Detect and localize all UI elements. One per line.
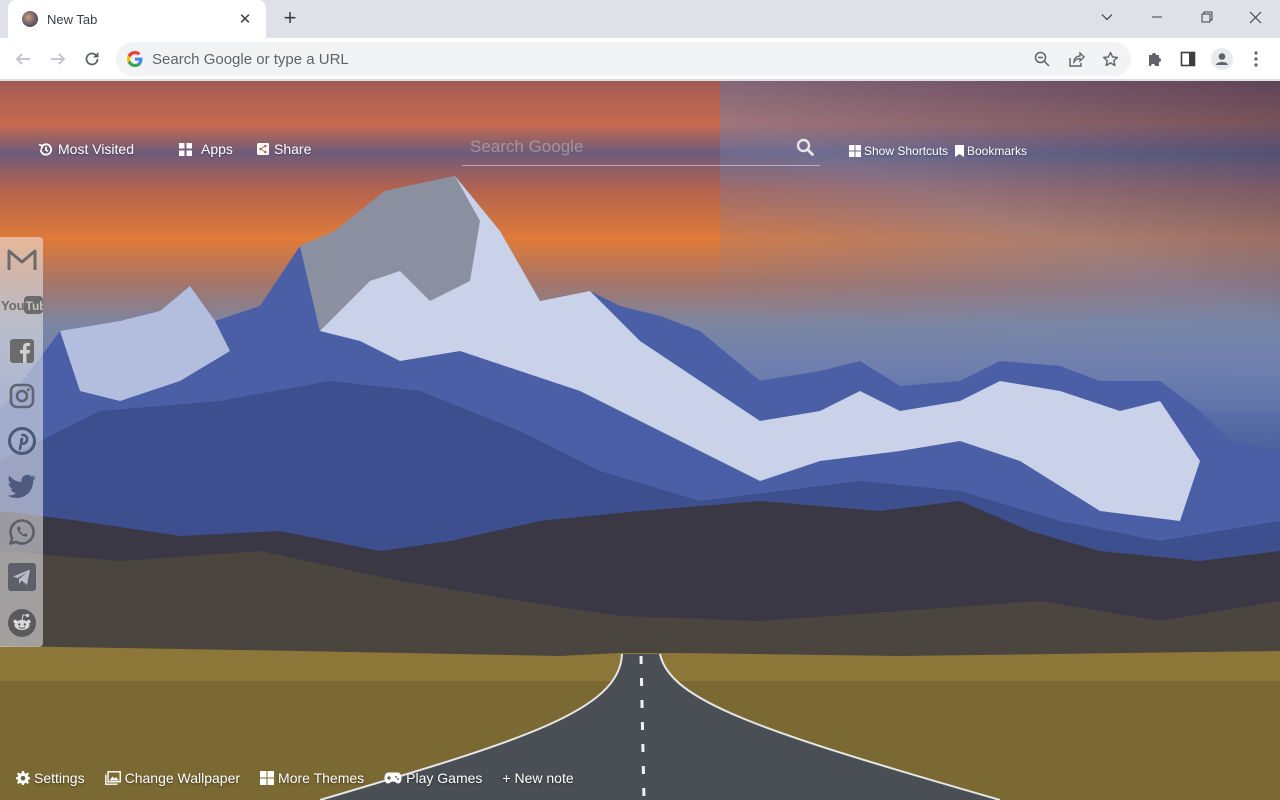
reddit-icon — [7, 609, 36, 637]
bookmark-page-button[interactable] — [1093, 42, 1127, 76]
twitter-icon — [6, 474, 36, 498]
bookmarks-label: Bookmarks — [967, 144, 1028, 158]
shortcuts-grid-icon — [849, 145, 861, 157]
zoom-out-icon — [1034, 51, 1050, 67]
settings-link[interactable]: Settings — [16, 770, 85, 786]
tab-close-icon[interactable]: ✕ — [236, 10, 254, 28]
svg-text:Tube: Tube — [25, 299, 43, 313]
google-search-box — [462, 128, 820, 166]
more-themes-link[interactable]: More Themes — [260, 770, 364, 786]
minimize-icon — [1152, 16, 1162, 18]
play-games-label: Play Games — [406, 770, 483, 786]
twitter-link[interactable] — [0, 467, 43, 507]
instagram-icon — [9, 383, 34, 409]
youtube-icon: YouTube — [1, 296, 43, 314]
gmail-icon — [7, 249, 36, 270]
google-search-input[interactable] — [462, 136, 790, 157]
close-window-button[interactable] — [1232, 0, 1278, 34]
address-bar[interactable] — [116, 42, 1131, 76]
search-icon — [796, 138, 814, 156]
reload-button[interactable] — [76, 43, 108, 75]
back-button[interactable] — [7, 43, 39, 75]
gamepad-icon — [384, 772, 402, 784]
whatsapp-icon — [8, 519, 35, 545]
apps-grid-icon — [179, 142, 192, 156]
facebook-icon — [9, 339, 34, 363]
bookmark-ribbon-icon — [955, 145, 964, 157]
most-visited-link[interactable]: Most Visited — [38, 141, 134, 157]
minimize-button[interactable] — [1134, 0, 1180, 34]
wallpaper-road — [319, 653, 1001, 800]
tab-search-button[interactable] — [1084, 0, 1130, 34]
extensions-puzzle-icon — [1148, 52, 1161, 66]
more-vert-icon — [1254, 51, 1258, 67]
pinterest-icon — [7, 427, 36, 455]
share-label: Share — [274, 141, 312, 157]
share-link[interactable]: Share — [257, 141, 311, 157]
share-icon — [1068, 51, 1085, 67]
google-g-icon — [127, 51, 143, 67]
youtube-link[interactable]: YouTube — [0, 285, 43, 325]
show-shortcuts-link[interactable]: Show Shortcuts — [849, 144, 948, 158]
svg-text:You: You — [1, 298, 25, 313]
share-square-icon — [257, 143, 269, 155]
more-themes-label: More Themes — [278, 770, 365, 786]
most-visited-label: Most Visited — [58, 141, 134, 157]
new-note-label: + New note — [502, 770, 574, 786]
profile-avatar-icon — [1211, 48, 1233, 70]
wallpaper-image-icon — [104, 771, 121, 785]
bookmark-star-icon — [1102, 51, 1118, 66]
close-icon — [1249, 11, 1261, 23]
telegram-icon — [7, 563, 36, 591]
tab-strip: New Tab ✕ + — [0, 0, 1280, 38]
whatsapp-link[interactable] — [0, 512, 43, 552]
history-icon — [38, 142, 52, 156]
gmail-link[interactable] — [0, 240, 43, 280]
restore-icon — [1201, 11, 1213, 23]
zoom-button[interactable] — [1025, 42, 1059, 76]
social-sidebar: YouTube — [0, 237, 43, 647]
extensions-button[interactable] — [1138, 43, 1170, 75]
change-wallpaper-label: Change Wallpaper — [124, 770, 241, 786]
new-tab-button[interactable]: + — [278, 6, 302, 30]
apps-link[interactable]: Apps — [179, 141, 233, 157]
forward-arrow-icon — [51, 53, 66, 65]
windows-grid-icon — [260, 771, 275, 785]
side-panel-button[interactable] — [1172, 43, 1204, 75]
side-panel-icon — [1180, 51, 1196, 67]
reload-icon — [85, 52, 99, 66]
facebook-link[interactable] — [0, 331, 43, 371]
tab-new-tab[interactable]: New Tab ✕ — [8, 0, 266, 38]
chevron-down-icon — [1101, 14, 1113, 21]
omnibox-input[interactable] — [152, 50, 1025, 68]
tab-title: New Tab — [47, 11, 98, 27]
apps-label: Apps — [201, 141, 233, 157]
restore-button[interactable] — [1184, 0, 1230, 34]
new-tab-page: Most Visited Apps Share Show Shortcuts B… — [0, 81, 1280, 800]
chrome-menu-button[interactable] — [1240, 43, 1272, 75]
bookmarks-link[interactable]: Bookmarks — [955, 144, 1027, 158]
pinterest-link[interactable] — [0, 421, 43, 461]
share-page-button[interactable] — [1059, 42, 1093, 76]
new-note-link[interactable]: + New note — [502, 770, 573, 786]
instagram-link[interactable] — [0, 376, 43, 416]
tab-favicon-icon — [22, 11, 38, 27]
change-wallpaper-link[interactable]: Change Wallpaper — [104, 770, 241, 786]
browser-toolbar — [0, 38, 1280, 80]
gear-icon — [16, 771, 30, 785]
bottom-bar: Settings Change Wallpaper More Themes Pl… — [16, 770, 574, 786]
search-button[interactable] — [790, 132, 820, 162]
reddit-link[interactable] — [0, 603, 43, 643]
play-games-link[interactable]: Play Games — [384, 770, 482, 786]
back-arrow-icon — [15, 53, 30, 65]
show-shortcuts-label: Show Shortcuts — [864, 144, 949, 158]
telegram-link[interactable] — [0, 557, 43, 597]
settings-label: Settings — [34, 770, 85, 786]
profile-button[interactable] — [1206, 43, 1238, 75]
forward-button[interactable] — [42, 43, 74, 75]
